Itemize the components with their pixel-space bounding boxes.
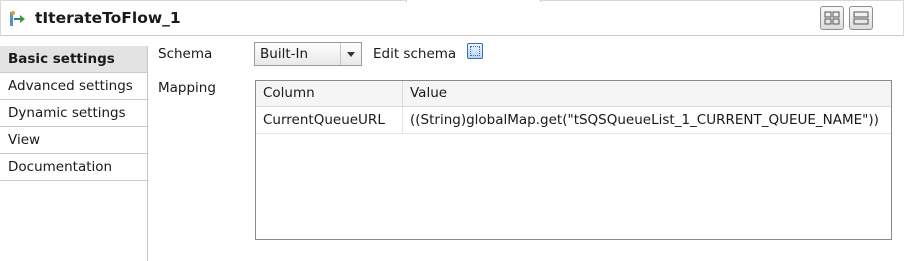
mapping-table: Column Value CurrentQueueURL ((String)gl… [255,80,892,240]
schema-select[interactable]: Built-In [254,42,362,66]
schema-label: Schema [158,46,213,62]
sidebar-item-view[interactable]: View [0,127,147,154]
component-title: tIterateToFlow_1 [35,9,181,27]
table-cell-column[interactable]: CurrentQueueURL [256,107,403,133]
grid-layout-button[interactable] [820,6,844,30]
table-row[interactable]: CurrentQueueURL ((String)globalMap.get("… [256,107,891,134]
grid-layout-icon [824,11,840,25]
stacked-layout-icon [853,11,869,25]
column-header-value[interactable]: Value [403,81,891,106]
sidebar-item-dynamic-settings[interactable]: Dynamic settings [0,100,147,127]
iterate-flow-icon [9,10,27,28]
column-header-column[interactable]: Column [256,81,403,106]
component-title-bar: tIterateToFlow_1 [0,0,904,36]
sidebar-item-basic-settings[interactable]: Basic settings [0,46,147,73]
edit-schema-button[interactable] [467,43,483,59]
mapping-label: Mapping [158,80,216,96]
chevron-down-icon [340,43,361,65]
table-cell-value[interactable]: ((String)globalMap.get("tSQSQueueList_1_… [403,107,891,133]
stacked-layout-button[interactable] [849,6,873,30]
tab-notch [406,0,541,2]
table-header: Column Value [256,81,891,107]
sidebar-item-documentation[interactable]: Documentation [0,154,147,181]
settings-sidebar: Basic settings Advanced settings Dynamic… [0,46,148,261]
edit-schema-icon [470,46,480,56]
sidebar-item-advanced-settings[interactable]: Advanced settings [0,73,147,100]
schema-select-value: Built-In [260,46,309,62]
edit-schema-label: Edit schema [373,46,457,62]
